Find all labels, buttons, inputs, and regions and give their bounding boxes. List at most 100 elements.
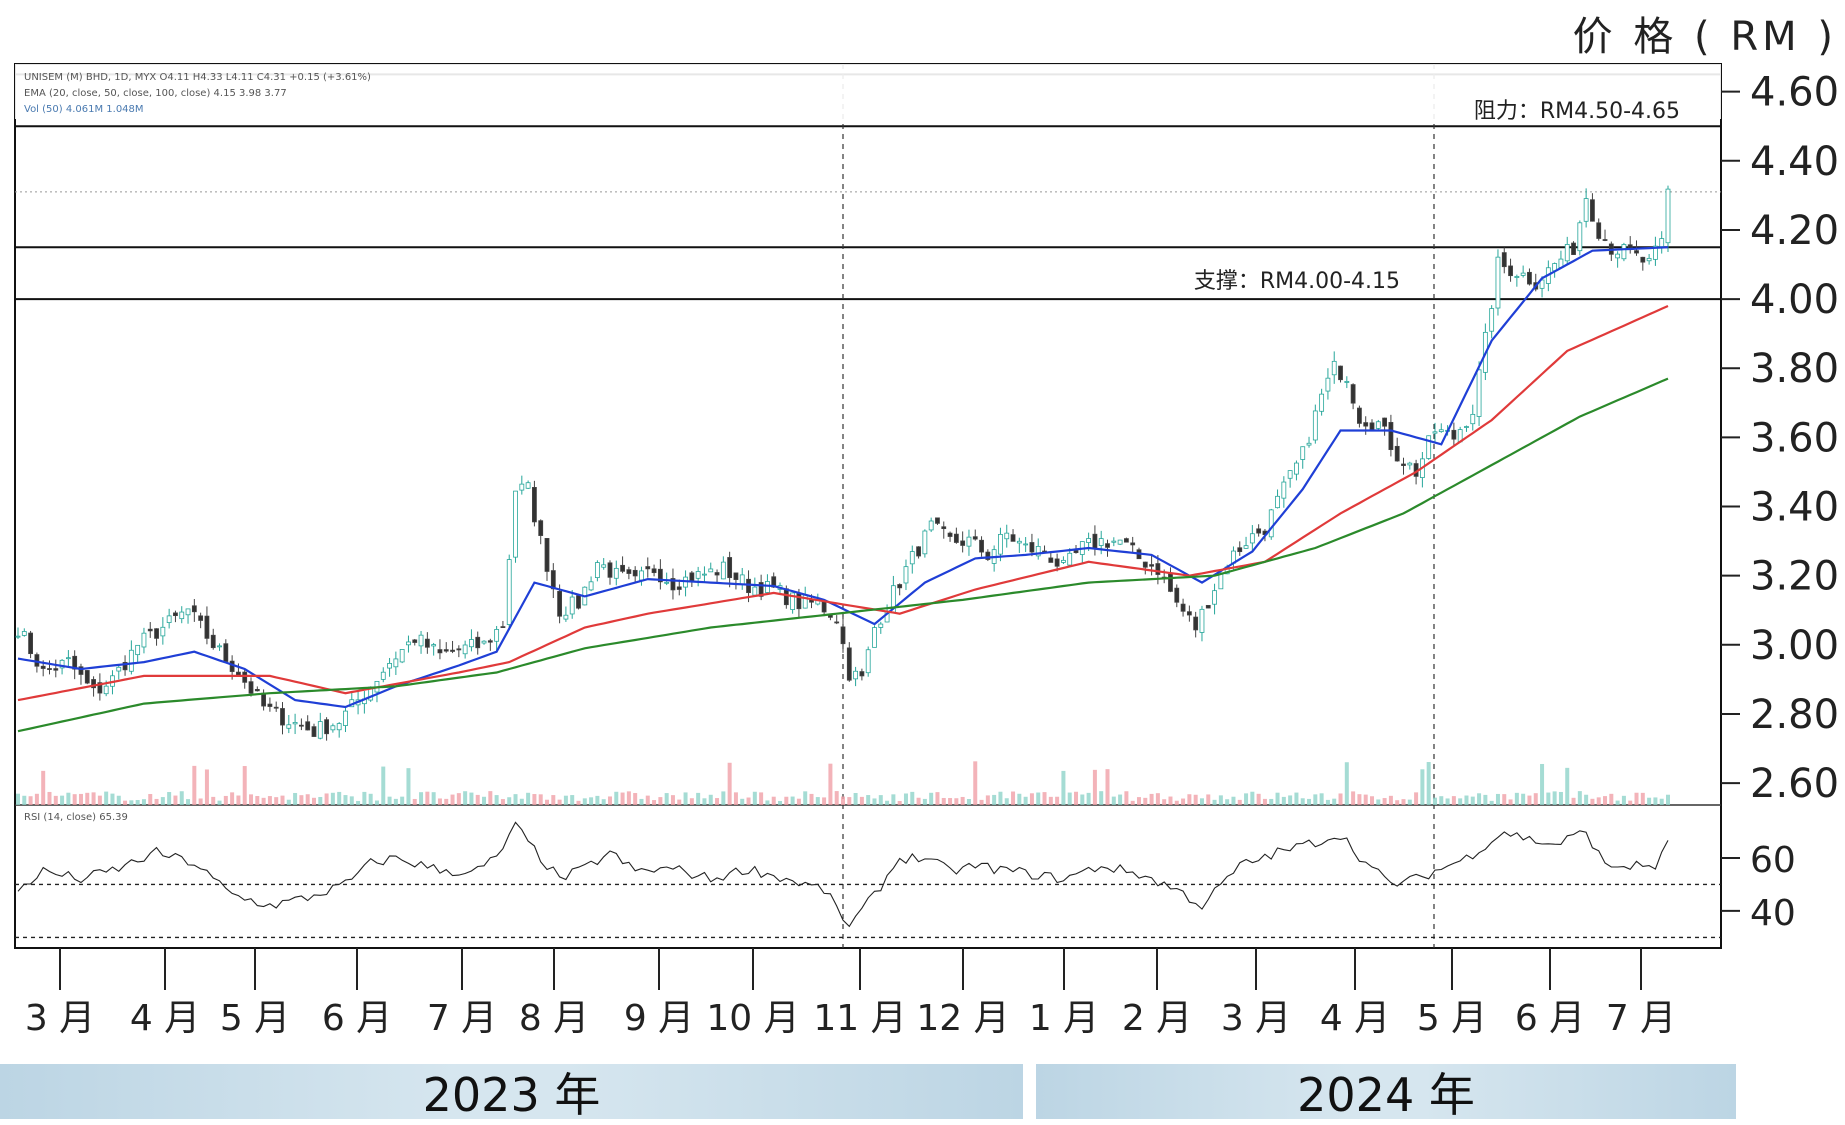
volume-bar <box>1017 793 1022 805</box>
volume-bar <box>261 797 266 805</box>
candle-body <box>1054 558 1060 567</box>
volume-bar <box>771 796 776 805</box>
candle-body <box>1438 429 1444 433</box>
candle-body <box>1098 538 1104 546</box>
candle-body <box>217 645 222 648</box>
month-label-2: 5 月 <box>220 998 290 1039</box>
volume-bar <box>1155 793 1160 805</box>
volume-bar <box>1332 798 1337 805</box>
candle-body <box>261 692 267 707</box>
candle-body <box>204 615 210 639</box>
volume-bar <box>960 796 965 805</box>
volume-bar <box>469 792 474 805</box>
volume-bar <box>1659 798 1664 805</box>
candle-body <box>47 668 52 670</box>
month-axis: 3 月 4 月 5 月 6 月 7 月 8 月 9 月 10 月 11 月 12 月 1 月 2 月 3… <box>25 948 1676 1039</box>
candle-body <box>538 520 544 536</box>
volume-bar <box>1401 799 1406 805</box>
candle-body <box>456 648 462 651</box>
candle-body <box>1382 417 1388 427</box>
candle-body <box>324 719 329 735</box>
candle-body <box>462 644 468 655</box>
volume-bar <box>1300 798 1305 805</box>
candle-body <box>1432 431 1438 434</box>
volume-bar <box>784 796 789 805</box>
volume-bar <box>1420 769 1425 805</box>
volume-bar <box>576 800 581 805</box>
volume-bar <box>1086 792 1091 805</box>
candle-body <box>695 571 701 579</box>
volume-bar <box>1502 794 1507 805</box>
volume-bar <box>677 799 682 805</box>
volume-bar <box>1596 797 1601 805</box>
volume-bar <box>708 794 713 805</box>
candle-body <box>783 588 789 606</box>
volume-bar <box>123 800 128 805</box>
volume-bar <box>211 796 216 805</box>
candle-body <box>128 649 134 672</box>
candle-body <box>387 663 392 669</box>
candle-body <box>834 621 840 624</box>
candle-body <box>116 666 122 672</box>
month-label-11: 2 月 <box>1122 998 1192 1039</box>
volume-bar <box>463 791 468 805</box>
volume-bar <box>872 798 877 805</box>
candle-body <box>935 517 940 524</box>
candle-body <box>393 658 399 668</box>
candle-body <box>1363 422 1369 427</box>
volume-bar <box>330 792 335 805</box>
candle-body <box>1111 540 1117 543</box>
candle-body <box>229 660 235 672</box>
volume-bar <box>1451 796 1456 805</box>
volume-bar <box>1540 763 1545 805</box>
candle-body <box>248 681 254 694</box>
volume-bar <box>160 797 165 805</box>
candle-body <box>613 567 619 579</box>
volume-bar <box>1653 797 1658 805</box>
volume-bar <box>910 791 915 805</box>
candle-body <box>664 581 670 584</box>
volume-bar <box>834 791 839 805</box>
volume-bar <box>1376 799 1381 805</box>
volume-bar <box>589 797 594 805</box>
volume-bar <box>1023 796 1028 805</box>
volume-bar <box>41 770 46 805</box>
month-label-0: 3 月 <box>25 998 95 1039</box>
support-label: 支撑：RM4.00-4.15 <box>1194 269 1400 294</box>
volume-bar <box>236 795 241 805</box>
volume-bar <box>500 799 505 805</box>
volume-bar <box>110 793 115 805</box>
volume-bar <box>645 795 650 805</box>
candle-body <box>941 526 947 530</box>
price-tick-label-1: 4.40 <box>1750 139 1839 185</box>
candle-body <box>330 725 336 731</box>
candle-body <box>525 482 531 489</box>
volume-bar <box>349 796 354 805</box>
volume-bar <box>1061 770 1066 805</box>
volume-bar <box>740 798 745 805</box>
volume-bar <box>727 762 732 805</box>
volume-bar <box>847 797 852 805</box>
candle-body <box>1375 421 1381 429</box>
candle-body <box>1275 495 1280 509</box>
volume-bar <box>670 795 675 805</box>
candle-body <box>280 708 285 726</box>
volume-bar <box>116 795 121 805</box>
volume-bar <box>1552 791 1557 805</box>
candle-body <box>601 564 607 568</box>
volume-bar <box>1577 791 1582 805</box>
volume-bar <box>1187 794 1192 805</box>
candle-body <box>1508 265 1513 277</box>
candle-body <box>1073 550 1079 554</box>
volume-bar <box>1426 762 1431 805</box>
volume-bar <box>545 799 550 805</box>
volume-bar <box>387 796 392 805</box>
volume-bar <box>815 797 820 805</box>
candle-body <box>160 626 166 637</box>
candle-body <box>594 562 600 579</box>
month-label-9: 12 月 <box>916 998 1009 1039</box>
volume-bar <box>1666 794 1670 805</box>
rsi-axis: 6040 <box>1721 840 1796 934</box>
volume-bar <box>91 792 96 805</box>
volume-bar <box>929 792 934 805</box>
